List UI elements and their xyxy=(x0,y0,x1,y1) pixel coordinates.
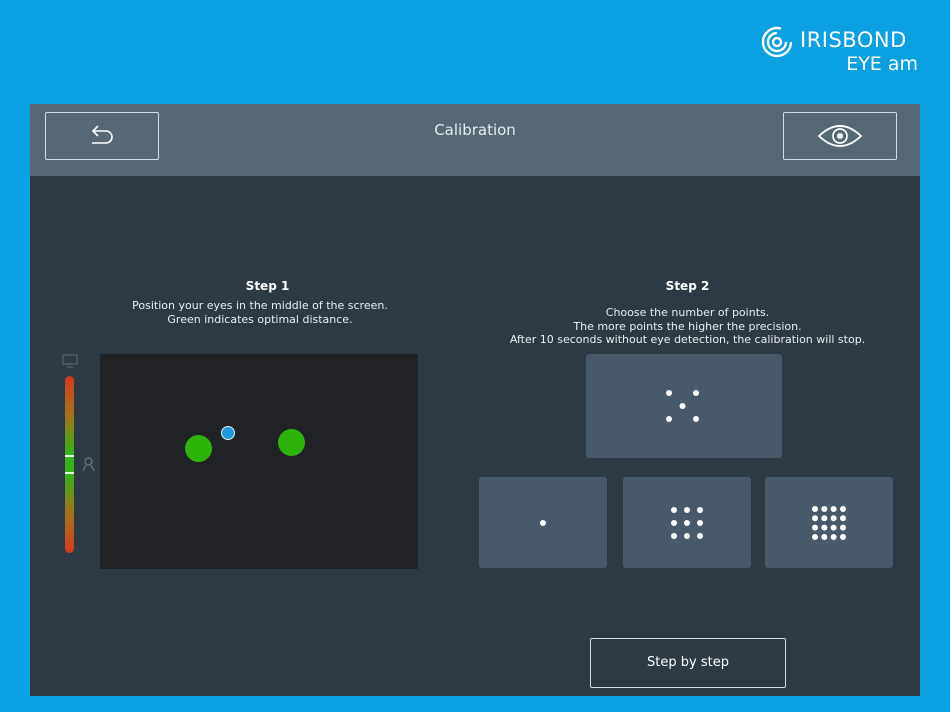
right-eye-dot xyxy=(278,429,305,456)
one-point-option[interactable] xyxy=(479,477,607,568)
brand-logo: IRISBOND EYE am xyxy=(760,24,920,76)
nine-point-pattern-icon xyxy=(671,506,703,539)
sixteen-point-option[interactable] xyxy=(765,477,893,568)
gaze-point xyxy=(221,426,235,440)
calibration-panel: Calibration Step 1 Position your eyes in… xyxy=(30,104,920,696)
step2-line: The more points the higher the precision… xyxy=(573,319,802,333)
five-point-option[interactable] xyxy=(586,354,782,458)
nine-point-option[interactable] xyxy=(623,477,751,568)
monitor-icon xyxy=(62,354,78,368)
one-point-pattern-icon xyxy=(540,519,546,526)
irisbond-spiral-logo-icon xyxy=(761,26,793,58)
step-by-step-button[interactable]: Step by step xyxy=(590,638,786,688)
distance-indicator-bar xyxy=(65,376,74,553)
person-icon xyxy=(82,457,95,472)
left-eye-dot xyxy=(185,435,212,462)
eye-tracker-view xyxy=(100,354,418,569)
step1-line: Green indicates optimal distance. xyxy=(167,312,353,326)
brand-product: EYE am xyxy=(846,53,918,75)
step2-title: Step 2 xyxy=(665,279,710,293)
eye-view-button[interactable] xyxy=(783,112,897,160)
brand-name: IRISBOND xyxy=(800,28,907,52)
distance-marker xyxy=(65,472,74,474)
five-point-pattern-icon xyxy=(666,390,699,422)
step2-line: After 10 seconds without eye detection, … xyxy=(509,333,866,346)
distance-marker xyxy=(65,455,74,457)
header-bar: Calibration xyxy=(30,104,920,176)
eye-icon xyxy=(817,125,863,147)
step2-line: Choose the number of points. xyxy=(605,306,770,319)
step1-title: Step 1 xyxy=(245,279,290,293)
step1-line: Position your eyes in the middle of the … xyxy=(132,299,388,312)
step1-description: Position your eyes in the middle of the … xyxy=(120,299,400,326)
step2-description: Choose the number of points. The more po… xyxy=(480,306,895,347)
sixteen-point-pattern-icon xyxy=(812,505,846,540)
